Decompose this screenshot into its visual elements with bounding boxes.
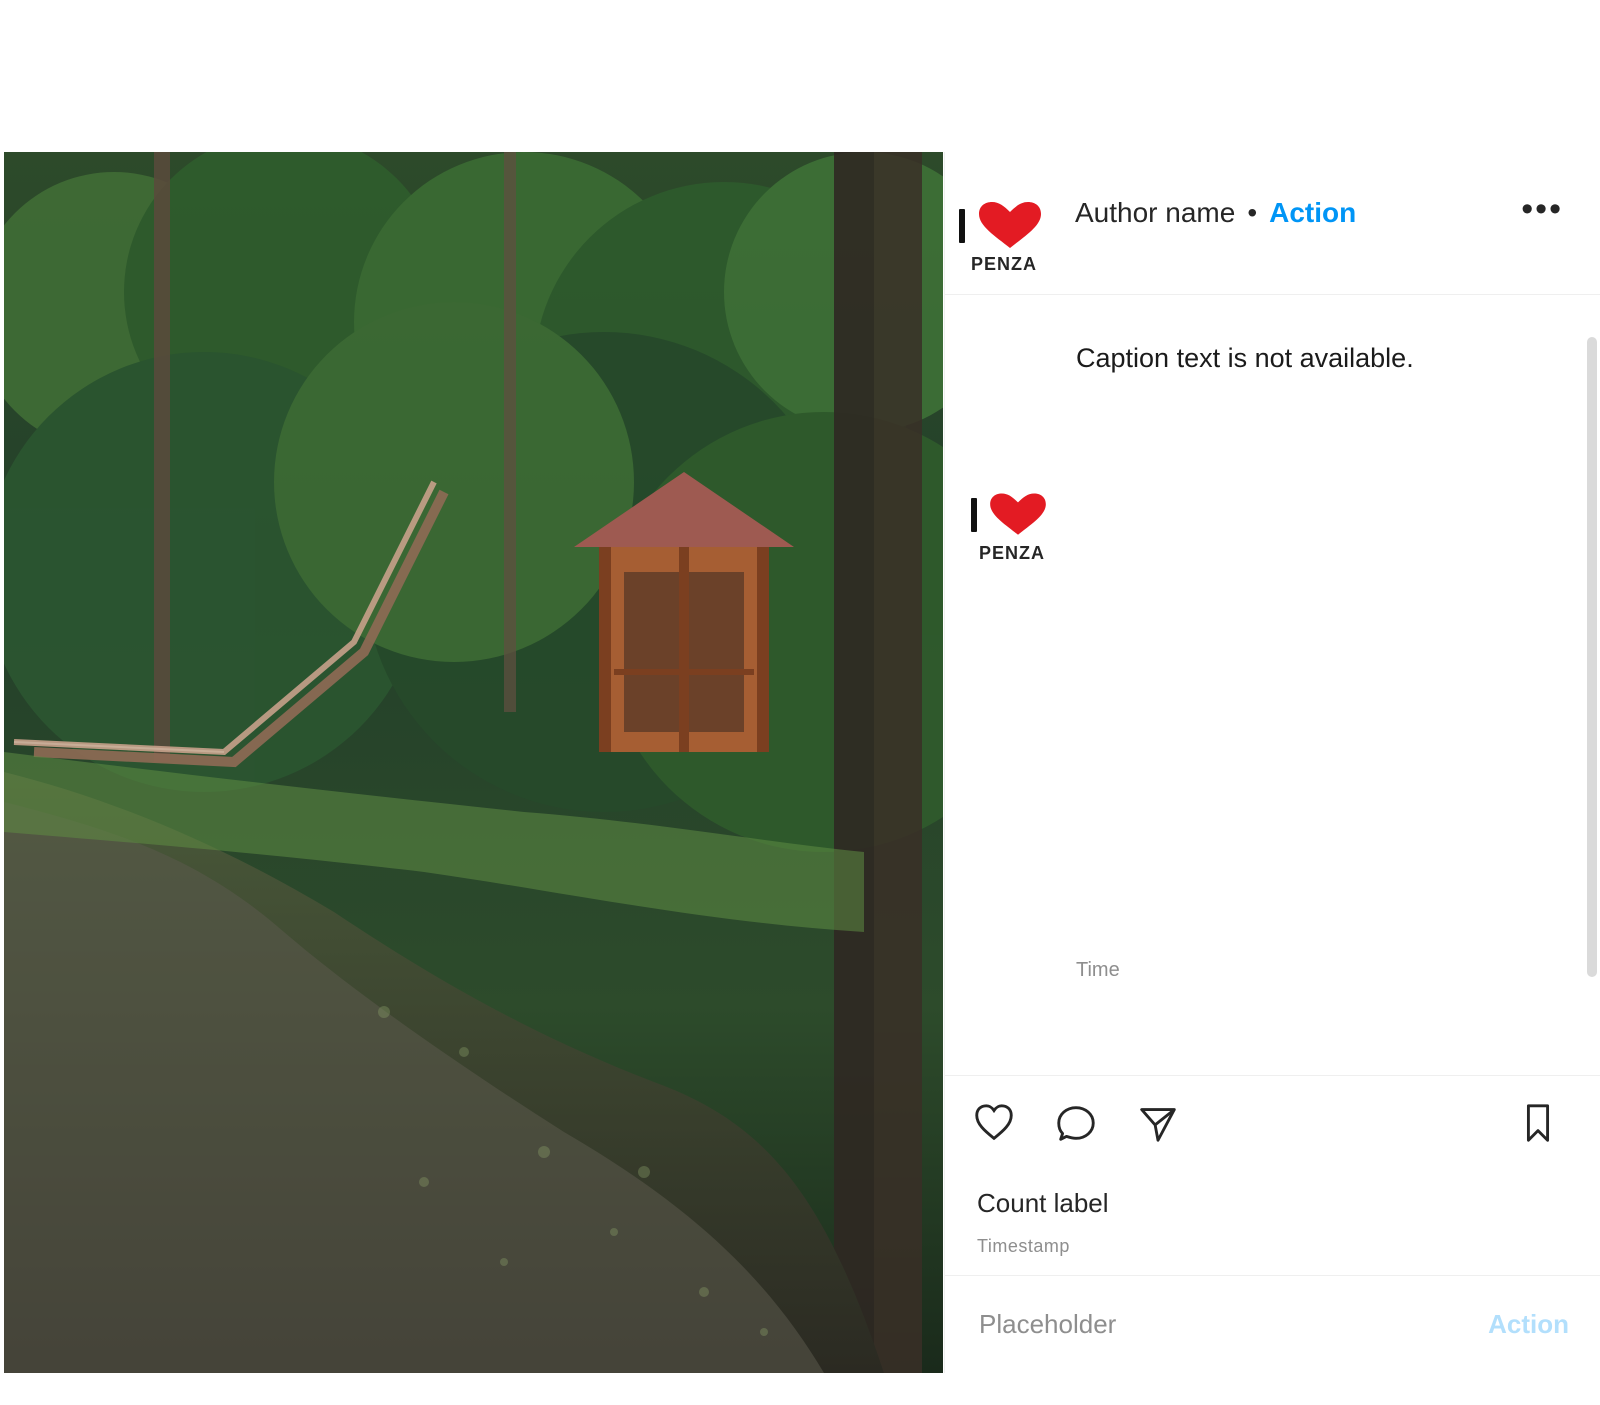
caption-logo-bar (971, 498, 977, 532)
post-panel: PENZA Author name • Action ••• PENZA Cap… (944, 152, 1600, 1373)
caption-logo-row (971, 489, 1053, 541)
post-date: Timestamp (977, 1236, 1070, 1256)
logo-text: PENZA (970, 254, 1037, 274)
caption-text: Caption text is not available. (1076, 343, 1414, 373)
follow-button[interactable]: Action (1269, 197, 1356, 229)
post-comment-button[interactable]: Action (1488, 1309, 1569, 1340)
more-options-button[interactable]: ••• (1521, 192, 1563, 226)
caption-scrollbar[interactable] (1587, 337, 1597, 977)
bookmark-button[interactable] (1515, 1100, 1561, 1146)
more-options-icon: ••• (1521, 190, 1563, 228)
like-button[interactable] (971, 1100, 1017, 1146)
logo-row (959, 200, 1049, 252)
post-author-row: Author name • Action (1075, 197, 1356, 229)
action-icons (971, 1100, 1181, 1146)
separator-dot: • (1247, 197, 1258, 228)
likes-count[interactable]: Count label (977, 1188, 1109, 1219)
heart-icon (975, 1104, 1013, 1141)
caption-heart-icon (990, 493, 1046, 535)
share-icon (1140, 1108, 1176, 1142)
comment-bar: Action (945, 1275, 1600, 1373)
author-name[interactable]: Author name (1075, 197, 1235, 229)
actions-section: Count label Timestamp (945, 1075, 1600, 1305)
forest-photo (4, 152, 943, 1373)
comment-button[interactable] (1053, 1100, 1099, 1146)
comment-input[interactable] (977, 1308, 1371, 1341)
comment-icon (1057, 1106, 1095, 1141)
caption-logo: PENZA (971, 489, 1053, 564)
post-photo (4, 152, 943, 1373)
bookmark-icon (1526, 1104, 1550, 1142)
post-header: PENZA Author name • Action ••• (945, 152, 1600, 295)
caption-logo-text: PENZA (978, 543, 1045, 563)
share-button[interactable] (1135, 1100, 1181, 1146)
heart-logo-icon (979, 202, 1041, 248)
profile-logo[interactable]: PENZA (959, 200, 1049, 275)
logo-bar (959, 209, 965, 243)
caption-section: PENZA Caption text is not available. Tim… (945, 295, 1600, 1075)
caption-age: Time (1076, 959, 1120, 981)
